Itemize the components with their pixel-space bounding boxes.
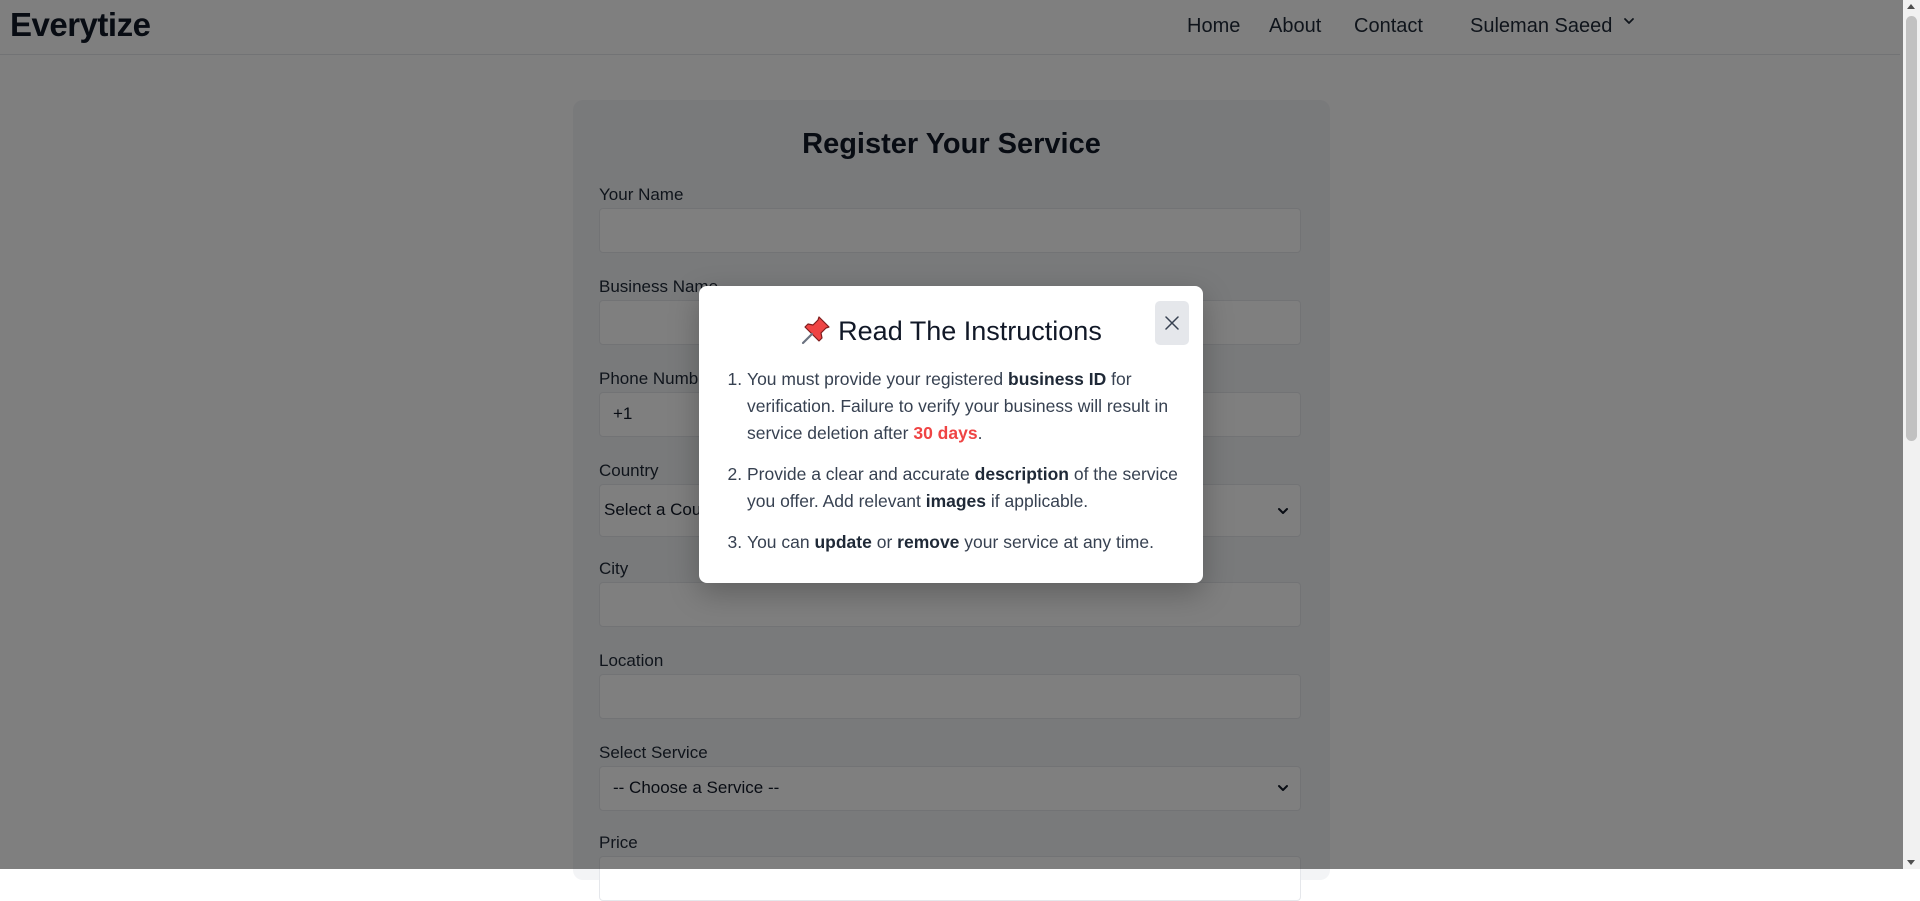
instruction-item: You can update or remove your service at… — [747, 529, 1207, 556]
scroll-up-icon[interactable] — [1907, 4, 1915, 9]
close-icon — [1165, 316, 1179, 330]
modal-title-text: Read The Instructions — [838, 316, 1102, 346]
instructions-modal: Read The Instructions You must provide y… — [699, 286, 1203, 583]
close-button[interactable] — [1155, 301, 1189, 345]
modal-title: Read The Instructions — [699, 314, 1203, 347]
instruction-item: Provide a clear and accurate description… — [747, 461, 1207, 515]
pushpin-icon — [802, 316, 830, 345]
instruction-item: You must provide your registered busines… — [747, 366, 1207, 447]
instructions-list: You must provide your registered busines… — [725, 366, 1207, 570]
scrollbar-thumb[interactable] — [1906, 16, 1917, 441]
page-scrollbar[interactable] — [1903, 0, 1920, 869]
scroll-down-icon[interactable] — [1907, 860, 1915, 865]
